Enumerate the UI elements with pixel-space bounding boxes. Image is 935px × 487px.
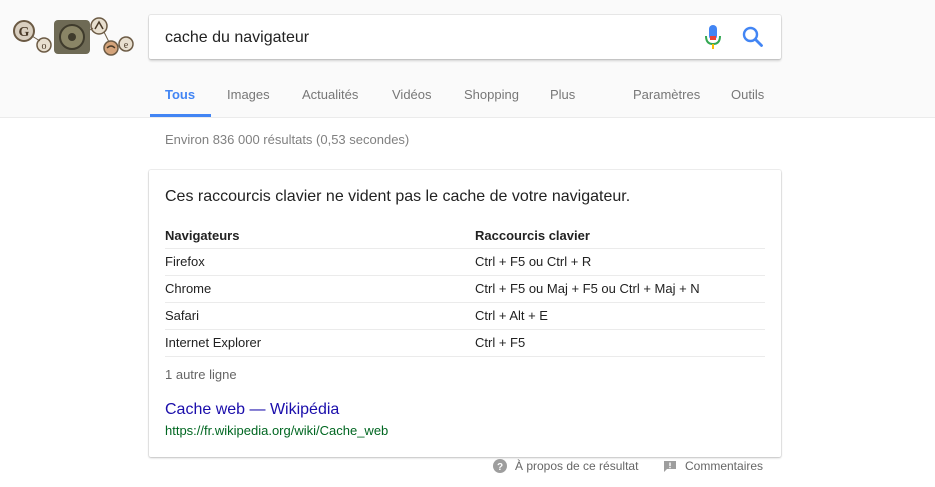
shortcut-cell: Ctrl + F5 ou Maj + F5 ou Ctrl + Maj + N (475, 275, 765, 303)
feedback-icon (664, 460, 676, 472)
column-header-shortcuts: Raccourcis clavier (475, 224, 765, 249)
featured-snippet: Ces raccourcis clavier ne vident pas le … (149, 170, 781, 457)
search-tabs: Tous Images Actualités Vidéos Shopping P… (0, 80, 935, 118)
tab-all[interactable]: Tous (165, 87, 195, 102)
browser-cell: Chrome (165, 275, 475, 303)
microphone-icon[interactable] (703, 25, 723, 51)
tab-tools[interactable]: Outils (731, 87, 764, 102)
shortcuts-table: Navigateurs Raccourcis clavier Firefox C… (165, 224, 765, 357)
feedback-label: Commentaires (685, 459, 764, 473)
about-result-label: À propos de ce résultat (515, 459, 639, 473)
header: G o e Tous Images Actualités Vidéos Shop… (0, 0, 935, 118)
tab-news[interactable]: Actualités (302, 87, 358, 102)
result-stats: Environ 836 000 résultats (0,53 secondes… (165, 132, 410, 147)
svg-text:e: e (124, 40, 129, 51)
tab-shopping[interactable]: Shopping (464, 87, 519, 102)
google-doodle-logo[interactable]: G o e (12, 14, 134, 58)
tab-settings[interactable]: Paramètres (633, 87, 700, 102)
feedback-link[interactable]: Commentaires (663, 459, 763, 473)
source-title-link[interactable]: Cache web — Wikipédia (165, 401, 339, 419)
table-row: Safari Ctrl + Alt + E (165, 302, 765, 330)
column-header-browsers: Navigateurs (165, 224, 475, 249)
shortcut-cell: Ctrl + F5 (475, 329, 765, 357)
svg-text:o: o (42, 41, 47, 52)
table-row: Firefox Ctrl + F5 ou Ctrl + R (165, 248, 765, 276)
svg-text:?: ? (497, 462, 503, 473)
shortcut-cell: Ctrl + F5 ou Ctrl + R (475, 248, 765, 276)
browser-cell: Firefox (165, 248, 475, 276)
browser-cell: Safari (165, 302, 475, 330)
tab-more[interactable]: Plus (550, 87, 575, 102)
table-header-row: Navigateurs Raccourcis clavier (165, 224, 765, 249)
source-url: https://fr.wikipedia.org/wiki/Cache_web (165, 423, 389, 438)
shortcut-cell: Ctrl + Alt + E (475, 302, 765, 330)
search-icon[interactable] (742, 26, 764, 48)
snippet-headline: Ces raccourcis clavier ne vident pas le … (165, 188, 631, 205)
search-input[interactable] (165, 28, 685, 48)
browser-cell: Internet Explorer (165, 329, 475, 357)
about-result-link[interactable]: ? À propos de ce résultat (493, 459, 638, 473)
active-tab-indicator (150, 114, 211, 117)
table-row: Internet Explorer Ctrl + F5 (165, 329, 765, 357)
search-box[interactable] (149, 15, 781, 59)
help-circle-icon: ? (493, 459, 507, 473)
tab-images[interactable]: Images (227, 87, 270, 102)
more-rows-link[interactable]: 1 autre ligne (165, 367, 237, 382)
svg-text:G: G (19, 25, 30, 40)
table-row: Chrome Ctrl + F5 ou Maj + F5 ou Ctrl + M… (165, 275, 765, 303)
tab-videos[interactable]: Vidéos (392, 87, 432, 102)
